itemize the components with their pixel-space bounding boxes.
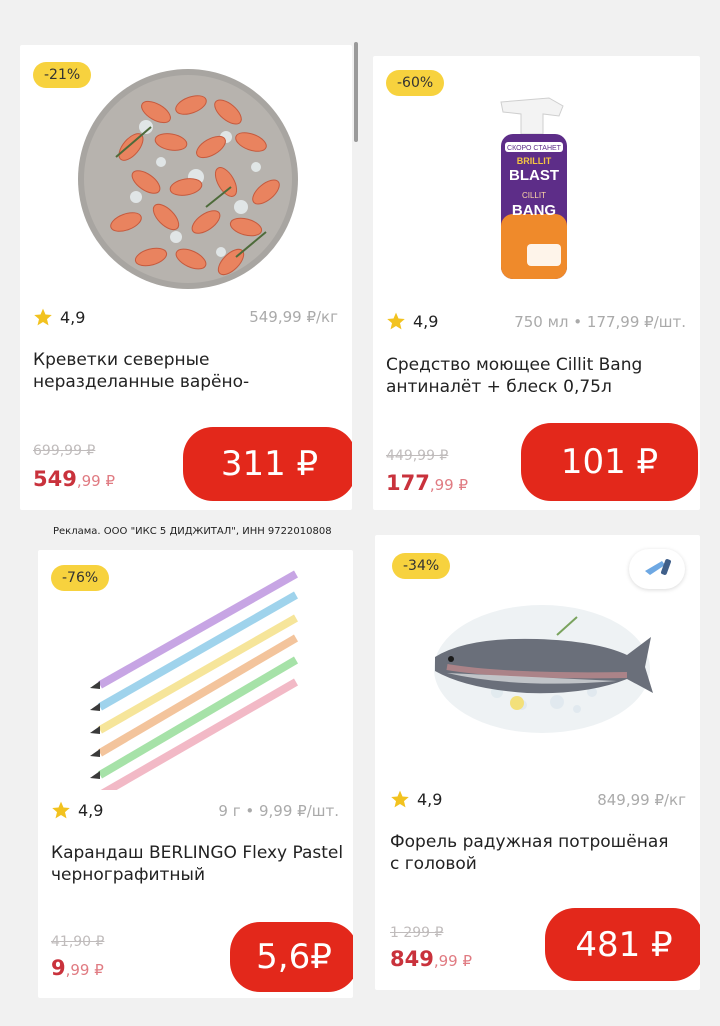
rating-value: 4,9: [417, 789, 443, 809]
star-icon: [52, 801, 70, 819]
old-price: 699,99 ₽: [33, 443, 96, 459]
new-price-main: 549: [33, 467, 77, 491]
ad-disclaimer: Реклама. ООО "ИКС 5 ДИДЖИТАЛ", ИНН 97220…: [53, 526, 332, 537]
rating-value: 4,9: [78, 800, 104, 820]
new-price-cents: ,99 ₽: [65, 961, 104, 979]
discount-badge: -60%: [386, 70, 445, 96]
new-price-main: 177: [386, 471, 430, 495]
rating: 4,9: [33, 307, 85, 327]
new-price-cents: ,99 ₽: [76, 472, 116, 490]
buy-button[interactable]: 101 ₽: [521, 423, 698, 501]
star-icon: [391, 790, 409, 808]
buy-button[interactable]: 5,6₽: [230, 922, 353, 992]
unit-price: 9 г • 9,99 ₽/шт.: [218, 802, 339, 820]
rating: 4,9: [390, 789, 442, 809]
label-brilliant: BRILLIT: [517, 156, 552, 166]
product-name-line2: чернографитный: [51, 865, 206, 885]
product-card-trout[interactable]: -34% 4,9 849,99 ₽/кг Форель радужная пот…: [375, 535, 700, 990]
old-price: 1 299 ₽: [390, 925, 444, 941]
product-name-line1: Креветки северные: [33, 350, 210, 370]
rating-value: 4,9: [413, 311, 439, 331]
new-price-main: 849: [390, 947, 434, 971]
product-name-line1: Форель радужная потрошёная: [390, 832, 669, 852]
product-name-line1: Карандаш BERLINGO Flexy Pastel: [51, 843, 344, 863]
label-blast: BLAST: [509, 167, 559, 184]
star-icon: [34, 308, 52, 326]
product-card-shrimp[interactable]: -21% 4,9 549,99 ₽/кг Креветки северные н…: [20, 45, 352, 510]
rating-value: 4,9: [60, 307, 86, 327]
product-name-line2: антиналёт + блеск 0,75л: [386, 377, 612, 397]
product-name-line1: Средство моющее Cillit Bang: [386, 355, 643, 375]
buy-button[interactable]: 481 ₽: [545, 908, 700, 981]
unit-price: 849,99 ₽/кг: [597, 791, 686, 809]
knife-icon: [645, 559, 671, 575]
new-price: 177,99 ₽: [386, 471, 468, 495]
trout-fish-icon: [434, 605, 653, 733]
old-price: 449,99 ₽: [386, 448, 449, 464]
new-price: 549,99 ₽: [33, 467, 115, 491]
new-price-cents: ,99 ₽: [429, 476, 469, 494]
new-price: 849,99 ₽: [390, 947, 472, 971]
new-price-main: 9: [51, 956, 66, 980]
shrimp-plate-icon: [78, 69, 298, 289]
spray-bottle-icon: СКОРО СТАНЕТ BRILLIT BLAST CILLIT BANG: [500, 97, 567, 279]
unit-price: 750 мл • 177,99 ₽/шт.: [514, 313, 686, 331]
favorite-button[interactable]: [629, 549, 685, 589]
old-price: 41,90 ₽: [51, 934, 105, 950]
buy-button[interactable]: 311 ₽: [183, 427, 352, 501]
label-cillit: CILLIT: [522, 191, 546, 200]
rating: 4,9: [51, 800, 103, 820]
new-price-cents: ,99 ₽: [433, 952, 473, 970]
product-card-pencils[interactable]: -76% 4,9 9 г • 9,99 ₽/шт. Карандаш BERLI…: [38, 550, 353, 998]
new-price: 9,99 ₽: [51, 956, 104, 980]
product-card-cillit-bang[interactable]: -60% СКОРО СТАНЕТ BRILLIT BLAST CILLIT B…: [373, 56, 700, 510]
product-name-line2: неразделанные варёно-: [33, 372, 250, 392]
scrollbar[interactable]: [354, 42, 358, 142]
label-bang: BANG: [512, 202, 556, 219]
label-top: СКОРО СТАНЕТ: [507, 145, 562, 152]
rating: 4,9: [386, 311, 438, 331]
star-icon: [387, 312, 405, 330]
unit-price: 549,99 ₽/кг: [249, 308, 338, 326]
discount-badge: -34%: [392, 553, 451, 579]
pencils-icon: [90, 570, 299, 790]
product-name-line2: с головой: [390, 854, 477, 874]
